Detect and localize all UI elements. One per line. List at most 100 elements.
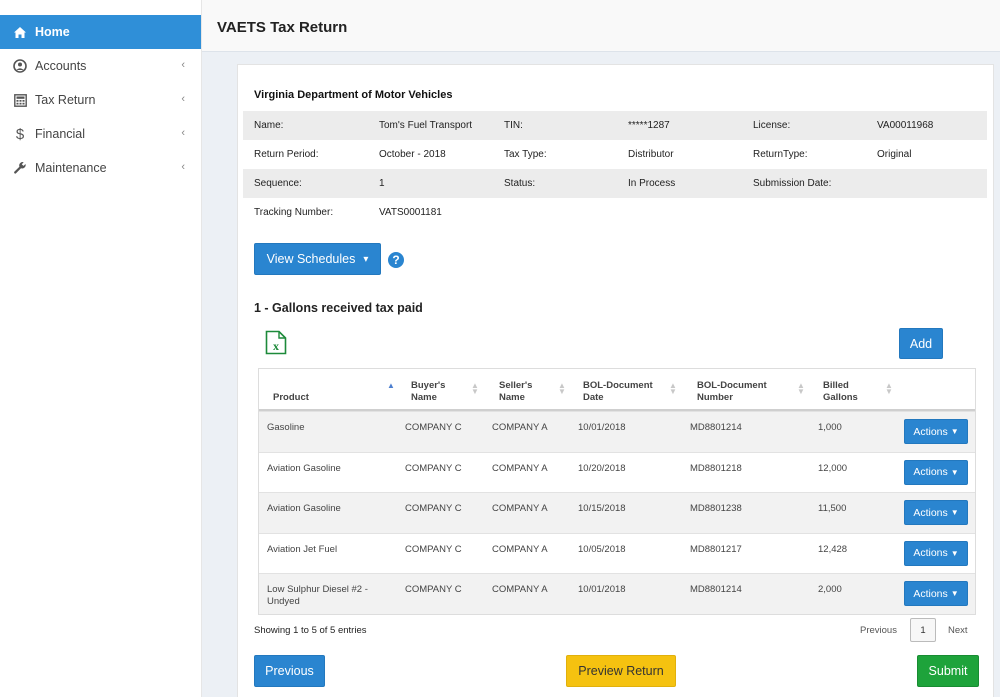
pager-page-1[interactable]: 1 (910, 618, 936, 642)
help-icon[interactable]: ? (388, 252, 404, 268)
cell-bol-date: 10/01/2018 (578, 584, 626, 596)
cell-bol-date: 10/01/2018 (578, 422, 626, 433)
sort-icon: ▲ ▼ (669, 381, 677, 396)
cell-product: Gasoline (267, 422, 305, 433)
sequence-label: Sequence: (254, 178, 302, 189)
page-title: VAETS Tax Return (217, 19, 348, 36)
info-row-sequence: Sequence: 1 Status: In Process Submissio… (243, 169, 987, 198)
tracking-label: Tracking Number: (254, 207, 334, 218)
view-schedules-button[interactable]: View Schedules ▾ (254, 243, 381, 275)
cell-buyer: COMPANY C (405, 462, 462, 474)
sidebar-item-tax-return[interactable]: Tax Return ‹ (0, 83, 201, 117)
chevron-left-icon: ‹ (181, 93, 185, 105)
sidebar-item-financial[interactable]: $ Financial ‹ (0, 117, 201, 151)
sidebar-item-home[interactable]: Home (0, 15, 201, 49)
status-label: Status: (504, 178, 536, 189)
cell-seller: COMPANY A (492, 462, 548, 474)
info-row-tracking: Tracking Number: VATS0001181 (243, 198, 987, 227)
preview-return-button[interactable]: Preview Return (566, 655, 676, 687)
chevron-left-icon: ‹ (181, 59, 185, 71)
chevron-left-icon: ‹ (181, 127, 185, 139)
column-header-bol-date[interactable]: BOL-Document Date (583, 369, 663, 411)
sidebar-item-maintenance[interactable]: Maintenance ‹ (0, 151, 201, 185)
cell-billed-gallons: 12,000 (818, 462, 848, 474)
table-row: Low Sulphur Diesel #2 - Undyed COMPANY C… (259, 573, 975, 614)
submission-date-label: Submission Date: (753, 178, 832, 189)
info-row-name: Name: Tom's Fuel Transport TIN: *****128… (243, 111, 987, 140)
view-schedules-label: View Schedules (266, 252, 356, 266)
cell-product: Aviation Gasoline (267, 503, 341, 515)
previous-button[interactable]: Previous (254, 655, 325, 687)
sort-icon: ▲ ▼ (797, 381, 805, 396)
actions-button[interactable]: Actions ▼ (904, 459, 968, 485)
cell-billed-gallons: 1,000 (818, 422, 842, 433)
calculator-icon (12, 92, 28, 108)
actions-label: Actions (913, 466, 948, 479)
column-header-billed-gallons[interactable]: Billed Gallons (823, 369, 863, 411)
return-type-label: ReturnType: (753, 149, 808, 160)
column-header-seller[interactable]: Seller's Name (499, 369, 549, 411)
table-row: Gasoline COMPANY C COMPANY A 10/01/2018 … (259, 411, 975, 452)
cell-buyer: COMPANY C (405, 422, 462, 433)
actions-button[interactable]: Actions ▼ (904, 581, 968, 607)
cell-bol-date: 10/15/2018 (578, 503, 626, 515)
pager-previous[interactable]: Previous (860, 625, 897, 636)
actions-button[interactable]: Actions ▼ (904, 540, 968, 566)
tax-type-label: Tax Type: (504, 149, 547, 160)
sidebar-item-label: Home (35, 25, 70, 39)
cell-billed-gallons: 11,500 (818, 503, 847, 515)
license-value: VA00011968 (877, 120, 934, 131)
cell-seller: COMPANY A (492, 503, 548, 515)
caret-down-icon: ▼ (950, 589, 959, 599)
excel-export-icon[interactable]: x (265, 330, 287, 355)
cell-bol-date: 10/05/2018 (578, 543, 626, 555)
user-circle-icon (12, 58, 28, 74)
actions-button[interactable]: Actions ▼ (904, 500, 968, 526)
chevron-left-icon: ‹ (181, 161, 185, 173)
pager-next[interactable]: Next (948, 625, 968, 636)
svg-text:x: x (273, 339, 279, 353)
sort-icon: ▲ ▼ (471, 381, 479, 396)
license-label: License: (753, 120, 791, 131)
table-header[interactable]: Product ▲ Buyer's Name ▲ ▼ Seller's Name … (259, 369, 975, 411)
caret-down-icon: ▾ (363, 253, 369, 265)
column-header-buyer[interactable]: Buyer's Name (411, 369, 463, 411)
actions-label: Actions (913, 506, 948, 519)
cell-bol-date: 10/20/2018 (578, 462, 626, 474)
table-row: Aviation Gasoline COMPANY C COMPANY A 10… (259, 451, 975, 493)
caret-down-icon: ▼ (950, 508, 959, 518)
submit-button[interactable]: Submit (917, 655, 979, 687)
sort-asc-icon: ▲ (387, 381, 395, 390)
info-row-period: Return Period: October - 2018 Tax Type: … (243, 140, 987, 169)
sort-icon: ▲ ▼ (885, 381, 893, 396)
name-value: Tom's Fuel Transport (379, 120, 473, 131)
caret-down-icon: ▼ (950, 548, 959, 558)
sidebar-item-label: Accounts (35, 59, 87, 73)
cell-product: Aviation Gasoline (267, 462, 341, 474)
actions-label: Actions (913, 587, 948, 600)
sidebar-item-accounts[interactable]: Accounts ‹ (0, 49, 201, 83)
cell-bol-number: MD8801238 (690, 503, 742, 515)
cell-bol-number: MD8801214 (690, 584, 742, 596)
column-header-bol-number[interactable]: BOL-Document Number (697, 369, 777, 411)
caret-down-icon: ▼ (950, 427, 959, 436)
actions-button[interactable]: Actions ▼ (904, 419, 968, 444)
period-value: October - 2018 (379, 149, 446, 160)
caret-down-icon: ▼ (950, 467, 959, 477)
return-type-value: Original (877, 149, 912, 160)
schedule-table: Product ▲ Buyer's Name ▲ ▼ Seller's Name … (258, 368, 976, 615)
tracking-value: VATS0001181 (379, 207, 442, 218)
cell-seller: COMPANY A (492, 543, 548, 555)
tin-label: TIN: (504, 120, 523, 131)
cell-seller: COMPANY A (492, 584, 548, 596)
wrench-icon (12, 160, 28, 176)
cell-product: Aviation Jet Fuel (267, 543, 338, 555)
column-header-product[interactable]: Product (273, 369, 309, 411)
table-row: Aviation Gasoline COMPANY C COMPANY A 10… (259, 492, 975, 533)
home-icon (12, 24, 28, 40)
top-header: VAETS Tax Return (202, 0, 1000, 52)
cell-billed-gallons: 12,428 (818, 543, 848, 555)
add-button[interactable]: Add (899, 328, 943, 359)
cell-bol-number: MD8801217 (690, 543, 742, 555)
cell-buyer: COMPANY C (405, 503, 462, 515)
